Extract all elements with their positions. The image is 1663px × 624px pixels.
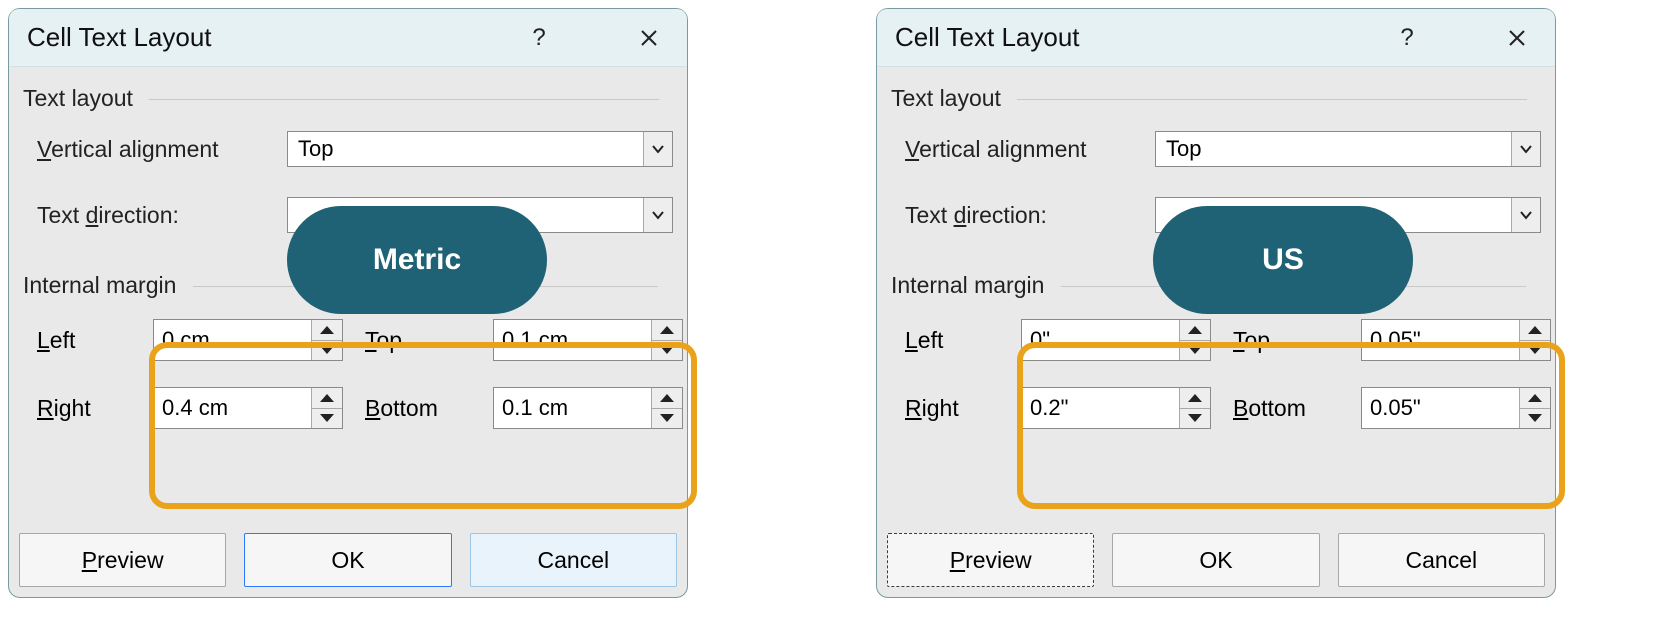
spin-up-icon[interactable] [1180,388,1210,409]
dialog-title: Cell Text Layout [895,22,1080,53]
vertical-alignment-label: Vertical alignment [905,136,1155,163]
dialog-title: Cell Text Layout [27,22,212,53]
annotation-badge: US [1153,206,1413,314]
ok-button[interactable]: OK [1112,533,1319,587]
chevron-down-icon[interactable] [1511,132,1540,166]
titlebar: Cell Text Layout ? [877,9,1555,67]
margin-bottom-label: Bottom [363,395,493,422]
spin-down-icon[interactable] [1180,409,1210,429]
button-row: Preview OK Cancel [19,533,677,587]
row-vertical-alignment: Vertical alignment Top [9,116,687,182]
margin-right-value[interactable]: 0.4 cm [154,388,311,428]
margin-bottom-value[interactable]: 0.1 cm [494,388,651,428]
chevron-down-icon[interactable] [1511,198,1540,232]
close-button[interactable] [629,18,669,58]
spin-down-icon[interactable] [312,409,342,429]
close-icon [639,28,659,48]
divider [149,99,659,100]
spin-up-icon[interactable] [1520,320,1550,341]
margin-top-label: Top [1231,327,1361,354]
preview-button[interactable]: Preview [887,533,1094,587]
chevron-down-icon[interactable] [643,198,672,232]
margin-right-value[interactable]: 0.2" [1022,388,1179,428]
spin-down-icon[interactable] [1520,409,1550,429]
button-row: Preview OK Cancel [887,533,1545,587]
vertical-alignment-value: Top [288,136,643,162]
margin-right-label: Right [35,395,153,422]
spin-up-icon[interactable] [1180,320,1210,341]
margin-left-spinner[interactable]: 0" [1021,319,1211,361]
margin-top-value[interactable]: 0.1 cm [494,320,651,360]
margin-right-spinner[interactable]: 0.2" [1021,387,1211,429]
vertical-alignment-combo[interactable]: Top [287,131,673,167]
margin-right-spinner[interactable]: 0.4 cm [153,387,343,429]
spin-up-icon[interactable] [652,388,682,409]
help-button[interactable]: ? [1387,18,1427,58]
divider [1017,99,1527,100]
margin-left-spinner[interactable]: 0 cm [153,319,343,361]
vertical-alignment-label: Vertical alignment [37,136,287,163]
help-icon: ? [532,26,545,50]
section-text-layout: Text layout [9,67,687,116]
cancel-button[interactable]: Cancel [470,533,677,587]
close-icon [1507,28,1527,48]
margin-top-spinner[interactable]: 0.05" [1361,319,1551,361]
help-button[interactable]: ? [519,18,559,58]
dialog-cell-text-layout-us: Cell Text Layout ? Text layout Vertical … [876,8,1556,598]
close-button[interactable] [1497,18,1537,58]
annotation-badge: Metric [287,206,547,314]
vertical-alignment-value: Top [1156,136,1511,162]
margin-left-label: Left [903,327,1021,354]
margin-bottom-value[interactable]: 0.05" [1362,388,1519,428]
margin-left-label: Left [35,327,153,354]
margin-left-value[interactable]: 0 cm [154,320,311,360]
margin-top-spinner[interactable]: 0.1 cm [493,319,683,361]
margin-right-label: Right [903,395,1021,422]
row-vertical-alignment: Vertical alignment Top [877,116,1555,182]
section-text-layout: Text layout [877,67,1555,116]
margin-top-label: Top [363,327,493,354]
spin-down-icon[interactable] [1520,341,1550,361]
spin-down-icon[interactable] [652,409,682,429]
spin-up-icon[interactable] [312,388,342,409]
vertical-alignment-combo[interactable]: Top [1155,131,1541,167]
spin-up-icon[interactable] [1520,388,1550,409]
chevron-down-icon[interactable] [643,132,672,166]
margin-top-value[interactable]: 0.05" [1362,320,1519,360]
cancel-button[interactable]: Cancel [1338,533,1545,587]
margin-left-value[interactable]: 0" [1022,320,1179,360]
spin-up-icon[interactable] [652,320,682,341]
text-direction-label: Text direction: [37,202,287,229]
margin-grid: Left 0 cm Top 0.1 cm Right 0.4 cm Bottom… [35,305,675,443]
margin-bottom-spinner[interactable]: 0.05" [1361,387,1551,429]
margin-bottom-spinner[interactable]: 0.1 cm [493,387,683,429]
titlebar: Cell Text Layout ? [9,9,687,67]
text-direction-label: Text direction: [905,202,1155,229]
spin-down-icon[interactable] [312,341,342,361]
margin-bottom-label: Bottom [1231,395,1361,422]
spin-down-icon[interactable] [1180,341,1210,361]
spin-down-icon[interactable] [652,341,682,361]
spin-up-icon[interactable] [312,320,342,341]
help-icon: ? [1400,26,1413,50]
preview-button[interactable]: Preview [19,533,226,587]
dialog-cell-text-layout-metric: Cell Text Layout ? Text layout Vertical … [8,8,688,598]
margin-grid: Left 0" Top 0.05" Right 0.2" Bottom 0.05… [903,305,1543,443]
ok-button[interactable]: OK [244,533,451,587]
